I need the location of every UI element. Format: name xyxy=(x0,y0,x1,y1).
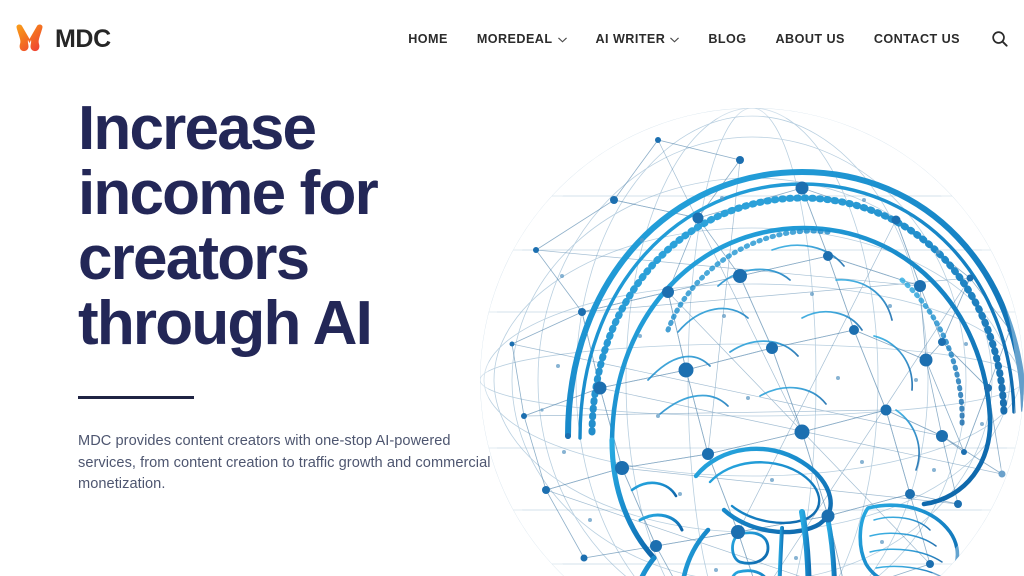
nav-label: CONTACT US xyxy=(873,32,960,46)
ai-brain-network-globe-illustration xyxy=(472,80,1024,576)
mdc-m-logo-icon xyxy=(14,24,46,54)
search-icon[interactable] xyxy=(990,29,1010,49)
brand-logo[interactable]: MDC xyxy=(14,24,111,54)
nav-item-home[interactable]: HOME xyxy=(408,24,448,54)
chevron-down-icon xyxy=(557,35,567,43)
page-title: Increase income for creators through AI xyxy=(78,94,379,358)
nav-item-contact-us[interactable]: CONTACT US xyxy=(874,24,960,54)
hero-section: Increase income for creators through AI … xyxy=(78,96,518,496)
nav-item-ai-writer[interactable]: AI WRITER xyxy=(596,24,680,54)
nav-label: BLOG xyxy=(708,32,747,46)
nav-label: AI WRITER xyxy=(595,32,666,46)
nav-item-moredeal[interactable]: MOREDEAL xyxy=(477,24,567,54)
nav-label: HOME xyxy=(408,32,448,46)
nav-item-blog[interactable]: BLOG xyxy=(708,24,746,54)
title-divider xyxy=(78,396,194,399)
brand-name: MDC xyxy=(55,24,111,53)
nav-item-about-us[interactable]: ABOUT US xyxy=(776,24,845,54)
nav-label: ABOUT US xyxy=(775,32,845,46)
landing-page: MDC HOME MOREDEAL AI WRITER BLOG ABOUT U… xyxy=(0,0,1024,576)
main-navigation: HOME MOREDEAL AI WRITER BLOG ABOUT US CO… xyxy=(408,24,1010,54)
hero-subtitle: MDC provides content creators with one-s… xyxy=(78,433,491,492)
nav-label: MOREDEAL xyxy=(476,32,553,46)
chevron-down-icon xyxy=(670,35,680,43)
site-header: MDC HOME MOREDEAL AI WRITER BLOG ABOUT U… xyxy=(0,0,1024,78)
